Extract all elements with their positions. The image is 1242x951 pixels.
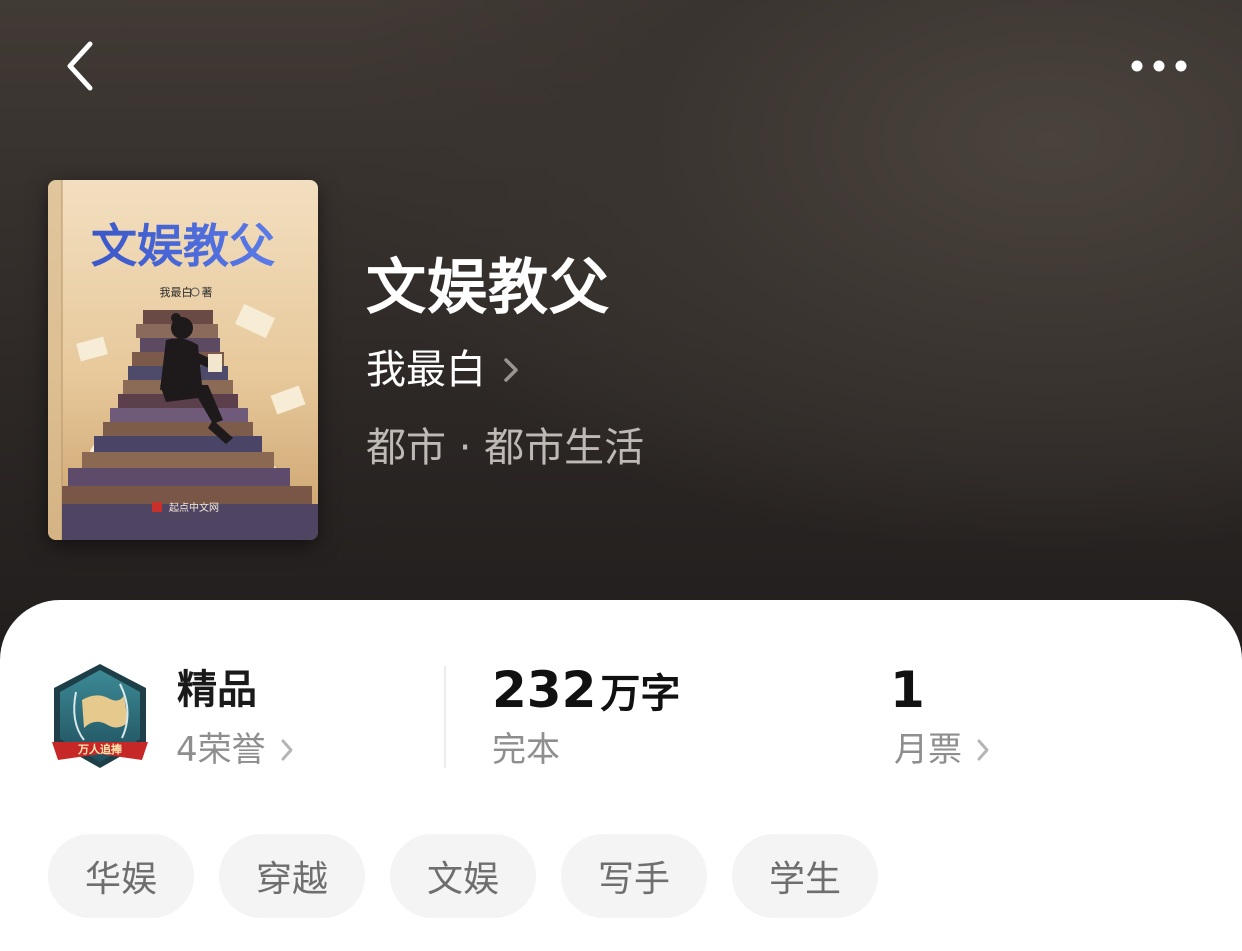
badge-icon: 万人追捧 — [52, 664, 148, 768]
tag-chip[interactable]: 华娱 — [48, 834, 194, 918]
stats-divider — [444, 666, 446, 768]
svg-text:著: 著 — [202, 285, 213, 299]
tag-chip[interactable]: 文娱 — [390, 834, 536, 918]
book-title: 文娱教父 — [366, 253, 610, 323]
more-dots-icon — [1131, 60, 1187, 72]
svg-text:万人追捧: 万人追捧 — [77, 742, 123, 756]
chevron-left-icon — [67, 41, 93, 91]
monthly-ticket-link[interactable]: 月票 — [894, 726, 992, 774]
honor-badge[interactable]: 万人追捧 — [48, 662, 152, 772]
chevron-right-icon — [977, 739, 989, 761]
tag-chip[interactable]: 写手 — [561, 834, 707, 918]
word-count-number: 232 — [492, 661, 597, 719]
author-name: 我最白 — [366, 347, 486, 393]
honor-count: 4荣誉 — [176, 730, 266, 770]
svg-text:我最白: 我最白 — [160, 285, 193, 299]
completion-status: 完本 — [492, 730, 560, 770]
tag-list: 华娱 穿越 文娱 写手 学生 — [48, 834, 878, 918]
back-button[interactable] — [56, 34, 116, 98]
tag-chip[interactable]: 穿越 — [219, 834, 365, 918]
tag-chip[interactable]: 学生 — [732, 834, 878, 918]
svg-text:起点中文网: 起点中文网 — [169, 501, 219, 514]
word-count: 232 万字 — [492, 660, 680, 724]
book-category[interactable]: 都市 · 都市生活 — [366, 420, 644, 476]
author-link[interactable]: 我最白 — [366, 342, 522, 398]
book-cover[interactable]: 文娱教父 我最白 著 起点中文网 — [48, 180, 318, 540]
chevron-right-icon — [281, 739, 293, 761]
more-button[interactable] — [1122, 48, 1196, 84]
monthly-ticket-label: 月票 — [894, 730, 962, 770]
chevron-right-icon — [504, 358, 518, 382]
honor-title: 精品 — [177, 667, 257, 713]
honor-link[interactable]: 4荣誉 — [176, 726, 296, 774]
monthly-ticket-count: 1 — [890, 661, 925, 719]
word-count-unit: 万字 — [600, 671, 681, 717]
svg-text:文娱教父: 文娱教父 — [91, 219, 275, 273]
